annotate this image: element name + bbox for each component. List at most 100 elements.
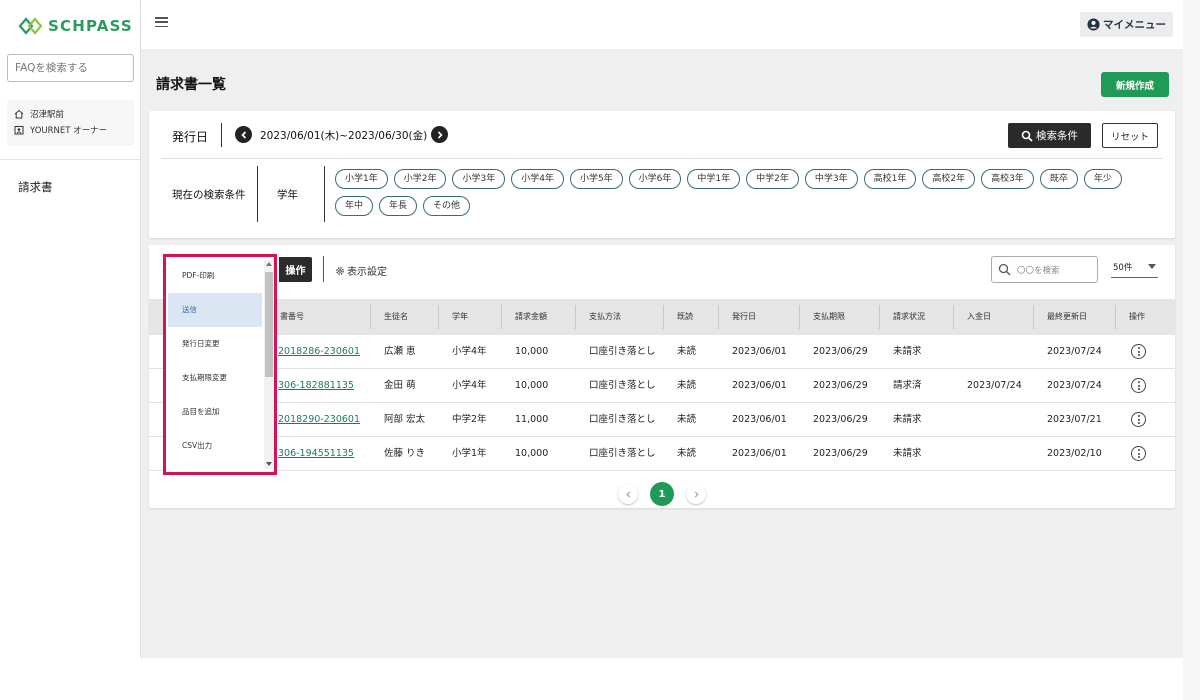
grade-chip[interactable]: 高校3年 [981,169,1034,189]
search-conditions-card: 発行日 2023/06/01(木)~2023/06/30(金) 検索条件 リセッ… [149,111,1175,238]
billing-status: 未請求 [893,346,922,357]
amount: 11,000 [515,414,549,425]
column-header[interactable]: 発行日 [719,299,756,335]
invoice-number-link[interactable]: 2018290-230601 [267,403,360,436]
due-date: 2023/06/29 [813,380,868,391]
grade-chip[interactable]: その他 [423,196,471,216]
grade-chip[interactable]: 高校1年 [863,169,917,189]
menu-item-csv-export[interactable]: CSV出力 [168,429,262,463]
school-line: 沼津駅前 [14,106,127,122]
table-row[interactable]: 2018290-230601 阿部 宏太 中学2年 11,000 口座引き落とし… [149,403,1175,437]
list-search-input[interactable]: 〇〇を検索 [991,256,1098,283]
search-icon [998,263,1011,276]
read-status: 未読 [677,380,697,391]
my-menu-button[interactable]: マイメニュー [1080,12,1173,37]
new-invoice-button[interactable]: 新規作成 [1101,72,1169,97]
table-row[interactable]: 2018286-230601 広瀬 恵 小学4年 10,000 口座引き落とし … [149,335,1175,369]
column-header[interactable]: 請求状況 [880,299,925,335]
prev-month-button[interactable] [235,126,252,143]
grade-chip[interactable]: 年中 [335,196,374,216]
page-button-current[interactable]: 1 [650,482,674,506]
display-settings-label: 表示設定 [347,267,387,278]
more-options-icon[interactable] [1131,412,1146,427]
grade-chip[interactable]: 小学4年 [511,169,564,189]
column-header[interactable]: 既読 [664,299,693,335]
column-header[interactable]: 生徒名 [371,299,408,335]
grade-chip[interactable]: 小学1年 [335,169,388,189]
invoice-number[interactable]: 306-182881135 [278,380,354,391]
grade: 小学1年 [452,448,487,459]
invoice-number-link[interactable]: 306-182881135 [267,369,354,402]
search-button-label: 検索条件 [1036,130,1078,142]
display-settings-button[interactable]: 表示設定 [335,263,387,278]
faq-search-input[interactable]: FAQを検索する [7,54,134,82]
due-date: 2023/06/29 [813,346,868,357]
issue-date: 2023/06/01 [732,448,787,459]
read-status: 未読 [677,346,697,357]
column-header[interactable]: 請求金額 [502,299,547,335]
per-page-select[interactable]: 50件 [1111,261,1158,278]
amount: 10,000 [515,448,549,459]
prev-page-button[interactable] [618,484,638,504]
reset-button[interactable]: リセット [1102,123,1158,148]
next-month-button[interactable] [431,126,448,143]
dropdown-scrollbar[interactable] [264,260,274,469]
grade-chip[interactable]: 中学1年 [687,169,741,189]
logo[interactable]: SCHPASS [18,16,133,36]
next-page-button[interactable] [686,484,706,504]
more-options-icon[interactable] [1131,378,1146,393]
column-header[interactable]: 支払方法 [576,299,621,335]
sidebar: SCHPASS FAQを検索する 沼津駅前 YOURNET オーナー 請求書 [0,0,141,658]
table-row[interactable]: 306-182881135 金田 萌 小学4年 10,000 口座引き落とし 未… [149,369,1175,403]
school-name: 沼津駅前 [30,110,65,120]
grade-chip[interactable]: 中学3年 [804,169,858,189]
grade-chip[interactable]: 小学3年 [452,169,506,189]
grade-chip[interactable]: 小学2年 [393,169,447,189]
menu-item-change-due-date[interactable]: 支払期限変更 [168,361,262,395]
read-status: 未読 [677,448,697,459]
invoice-number-link[interactable]: 2018286-230601 [267,335,360,368]
column-header[interactable]: 学年 [439,299,468,335]
grade-chip[interactable]: 年少 [1083,169,1122,189]
operations-button[interactable]: 操作 [279,257,312,282]
column-header[interactable]: 入金日 [954,299,991,335]
scroll-up-arrow-icon[interactable] [266,262,272,266]
scroll-down-arrow-icon[interactable] [266,462,272,466]
grade-chip[interactable]: 中学2年 [746,169,799,189]
more-options-icon[interactable] [1131,446,1146,461]
payment-method: 口座引き落とし [589,414,656,425]
more-options-icon[interactable] [1131,344,1146,359]
invoice-number[interactable]: 2018286-230601 [278,346,360,357]
invoice-number[interactable]: 2018290-230601 [278,414,360,425]
invoice-number-link[interactable]: 306-194551135 [267,437,354,470]
menu-item-send[interactable]: 送信 [168,293,262,327]
page-scrollbar[interactable] [1183,0,1200,700]
column-header[interactable]: 最終更新日 [1034,299,1087,335]
grade-chip[interactable]: 既卒 [1039,169,1078,189]
grade-chip[interactable]: 高校2年 [922,169,976,189]
amount: 10,000 [515,346,549,357]
payment-date [954,335,967,368]
grade-chip[interactable]: 年長 [379,196,418,216]
due-date: 2023/06/29 [813,414,868,425]
grade: 小学4年 [452,380,487,391]
column-header[interactable]: 支払期限 [800,299,845,335]
menu-item-pdf-print[interactable]: PDF-印刷 [168,259,262,293]
grade-chip[interactable]: 小学6年 [628,169,682,189]
menu-item-add-item[interactable]: 品目を追加 [168,395,262,429]
last-updated: 2023/07/21 [1047,414,1102,425]
student-name: 広瀬 恵 [384,346,416,357]
gear-icon [336,266,344,275]
table-row[interactable]: 306-194551135 佐藤 りき 小学1年 10,000 口座引き落とし … [149,437,1175,471]
grade-label: 学年 [277,189,298,201]
grade-chip[interactable]: 小学5年 [569,169,623,189]
menu-item-change-issue-date[interactable]: 発行日変更 [168,327,262,361]
divider [161,158,1163,159]
sidebar-item-invoices[interactable]: 請求書 [18,179,53,195]
scrollbar-thumb[interactable] [265,272,273,377]
read-status: 未読 [677,414,697,425]
search-conditions-button[interactable]: 検索条件 [1008,123,1091,148]
hamburger-menu-icon[interactable] [155,17,168,27]
org-line: YOURNET オーナー [14,122,127,138]
invoice-number[interactable]: 306-194551135 [278,448,354,459]
